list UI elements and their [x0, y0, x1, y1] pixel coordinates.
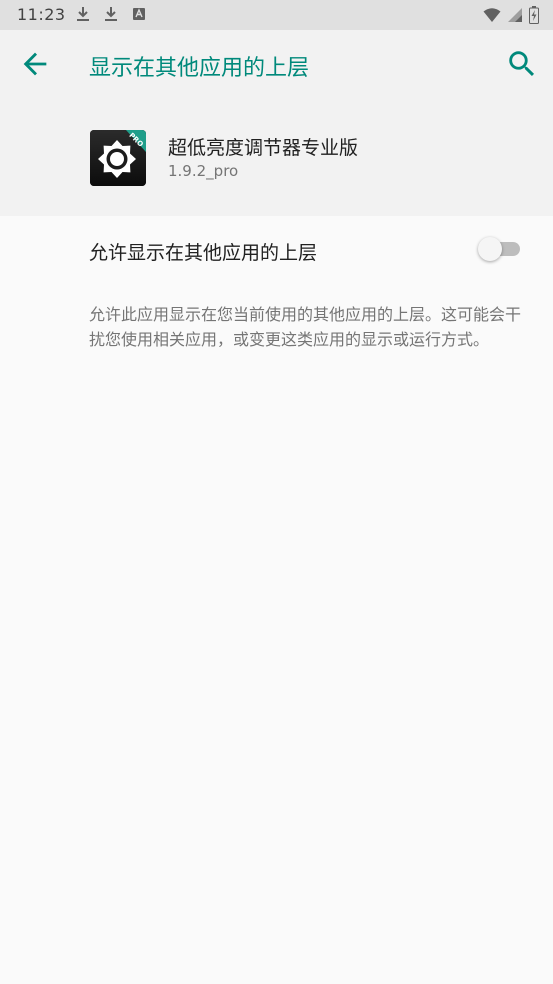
app-version: 1.9.2_pro [168, 162, 239, 180]
battery-icon [529, 6, 539, 24]
brightness-gear-icon: PRO [90, 130, 146, 186]
page-title: 显示在其他应用的上层 [89, 56, 310, 81]
search-button[interactable] [505, 47, 539, 81]
search-icon [509, 51, 535, 77]
permission-description: 允许此应用显示在您当前使用的其他应用的上层。这可能会干扰您使用相关应用，或变更这… [89, 305, 522, 349]
status-system-icons [483, 6, 539, 24]
back-button[interactable] [18, 47, 52, 81]
status-time: 11:23 [17, 5, 66, 24]
switch-thumb [478, 237, 502, 261]
app-name: 超低亮度调节器专业版 [168, 137, 359, 159]
permission-toggle-row[interactable]: 允许显示在其他应用的上层 [0, 216, 553, 284]
app-icon: PRO [90, 130, 146, 186]
download-icon [77, 7, 89, 21]
download-icon [105, 7, 117, 21]
arrow-back-icon [23, 52, 47, 76]
permission-toggle-label: 允许显示在其他应用的上层 [89, 242, 318, 264]
app-notification-icon [133, 8, 145, 20]
app-header: PRO 超低亮度调节器专业版 1.9.2_pro [0, 100, 553, 216]
permission-switch[interactable] [478, 236, 524, 262]
signal-icon [508, 8, 522, 22]
wifi-icon [483, 8, 501, 22]
app-bar: 显示在其他应用的上层 [0, 30, 553, 100]
status-notification-icons [75, 6, 147, 22]
status-bar: 11:23 [0, 0, 553, 30]
